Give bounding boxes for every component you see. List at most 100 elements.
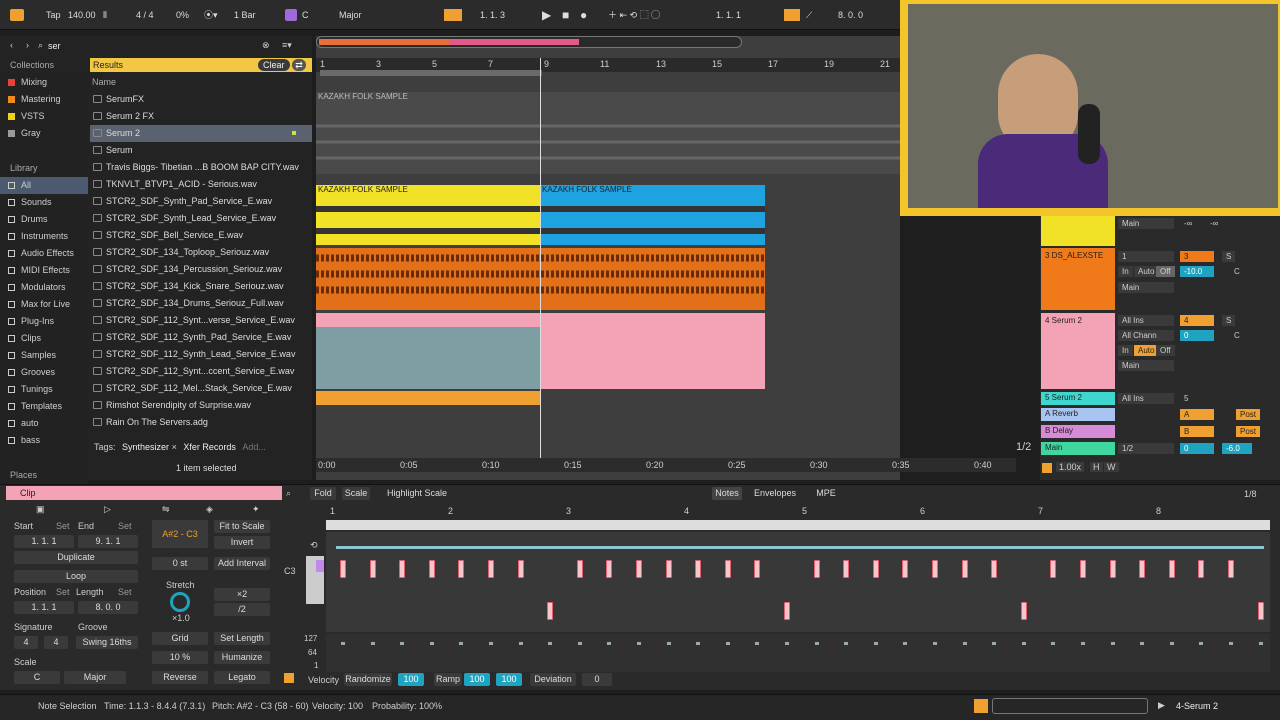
mixer-pager[interactable]: 1/2: [1016, 441, 1031, 453]
velocity-marker[interactable]: [666, 642, 671, 645]
channel-select[interactable]: All Chann: [1118, 330, 1174, 341]
search-icon[interactable]: ⌕: [286, 488, 291, 499]
metronome-icon[interactable]: ⦀: [103, 8, 107, 22]
randomize-button[interactable]: Randomize: [344, 673, 392, 686]
list-item[interactable]: STCR2_SDF_112_Mel...Stack_Service_E.wav: [90, 380, 312, 397]
list-item[interactable]: STCR2_SDF_Bell_Service_E.wav: [90, 227, 312, 244]
library-plugins[interactable]: Plug-Ins: [0, 313, 88, 330]
velocity-marker[interactable]: [1169, 642, 1174, 645]
track-number[interactable]: 4: [1180, 315, 1214, 326]
list-item[interactable]: Serum 2 FX: [90, 108, 312, 125]
start-field[interactable]: 1. 1. 1: [14, 535, 74, 548]
midi-clip-orange[interactable]: [316, 391, 540, 405]
add-interval-button[interactable]: Add Interval: [214, 557, 270, 570]
return-b[interactable]: B Delay: [1041, 425, 1115, 438]
library-clips[interactable]: Clips: [0, 330, 88, 347]
velocity-marker[interactable]: [370, 642, 375, 645]
groove-amount[interactable]: 0%: [176, 8, 189, 22]
library-max-for-live[interactable]: Max for Live: [0, 296, 88, 313]
volume-field[interactable]: -10.0: [1180, 266, 1214, 277]
fold-button[interactable]: Fold: [310, 487, 336, 500]
solo-button[interactable]: S: [1222, 251, 1236, 262]
midi-note[interactable]: [1050, 560, 1057, 578]
velocity-marker[interactable]: [607, 642, 612, 645]
h-button[interactable]: H: [1090, 462, 1103, 472]
editor-ruler[interactable]: 1 2 3 4 5 6 7 8: [326, 504, 1270, 518]
zoom-icon[interactable]: [1042, 463, 1052, 473]
velocity-marker[interactable]: [903, 642, 908, 645]
midi-note[interactable]: [754, 560, 761, 578]
midi-note[interactable]: [428, 560, 435, 578]
tempo-field[interactable]: 140.00: [68, 8, 96, 22]
list-item-selected[interactable]: Serum 2: [90, 125, 312, 142]
send-b-button[interactable]: B: [1180, 426, 1214, 437]
midi-note[interactable]: [932, 560, 938, 578]
velocity-marker[interactable]: [696, 642, 701, 645]
output-select[interactable]: Main: [1118, 282, 1174, 293]
main-pan[interactable]: 0: [1180, 443, 1214, 454]
midi-note[interactable]: [991, 560, 998, 578]
output-select[interactable]: Main: [1118, 218, 1174, 229]
grid-select[interactable]: Grid: [152, 632, 208, 645]
library-samples[interactable]: Samples: [0, 347, 88, 364]
loop-brace[interactable]: [320, 70, 542, 76]
grid-division[interactable]: 1/8: [1244, 489, 1257, 499]
library-bass[interactable]: bass: [0, 432, 88, 449]
velocity-marker[interactable]: [548, 642, 553, 645]
pan-field[interactable]: C: [1230, 266, 1244, 277]
library-grooves[interactable]: Grooves: [0, 364, 88, 381]
send-a[interactable]: -∞: [1180, 218, 1196, 229]
library-auto[interactable]: auto: [0, 415, 88, 432]
midi-note[interactable]: [1020, 602, 1027, 620]
list-item[interactable]: STCR2_SDF_134_Kick_Snare_Seriouz.wav: [90, 278, 312, 295]
list-item[interactable]: STCR2_SDF_134_Percussion_Seriouz.wav: [90, 261, 312, 278]
midi-note[interactable]: [902, 560, 909, 578]
fit-to-scale-button[interactable]: Fit to Scale: [214, 520, 270, 533]
scale-button[interactable]: Scale: [342, 487, 370, 500]
main-volume[interactable]: -6.0: [1222, 443, 1252, 454]
library-midi-effects[interactable]: MIDI Effects: [0, 262, 88, 279]
deviation-value[interactable]: 0: [582, 673, 612, 686]
add-icon[interactable]: ⇄: [292, 59, 306, 71]
envelopes-tab[interactable]: Envelopes: [752, 487, 798, 500]
semitone-field[interactable]: 0 st: [152, 557, 208, 570]
library-all[interactable]: All: [0, 177, 88, 194]
length-field[interactable]: 8. 0. 0: [78, 601, 138, 614]
reverse-button[interactable]: Reverse: [152, 671, 208, 684]
midi-note[interactable]: [872, 560, 879, 578]
velocity-lane[interactable]: [326, 634, 1270, 672]
play-icon[interactable]: ▶: [542, 8, 551, 22]
monitor-off[interactable]: Off: [1156, 266, 1175, 277]
generate-tab-icon[interactable]: ◈: [206, 504, 213, 515]
velocity-marker[interactable]: [518, 642, 523, 645]
velocity-marker[interactable]: [400, 642, 405, 645]
collection-vsts[interactable]: VSTS: [0, 108, 88, 125]
end-field[interactable]: 9. 1. 1: [78, 535, 138, 548]
end-set[interactable]: Set: [118, 521, 132, 531]
loop-start-field[interactable]: 1. 1. 1: [716, 8, 741, 22]
clear-search-icon[interactable]: ⊗: [262, 40, 270, 51]
groove-select[interactable]: Swing 16ths: [76, 636, 138, 649]
tag-chip[interactable]: Xfer Records: [183, 442, 236, 452]
velocity-marker[interactable]: [489, 642, 493, 645]
midi-note[interactable]: [1139, 560, 1146, 578]
legato-button[interactable]: Legato: [214, 671, 270, 684]
list-item[interactable]: STCR2_SDF_112_Synth_Lead_Service_E.wav: [90, 346, 312, 363]
midi-note[interactable]: [665, 560, 672, 578]
time-ruler[interactable]: 0:00 0:05 0:10 0:15 0:20 0:25 0:30 0:35 0:40: [316, 458, 1016, 472]
scale-select[interactable]: Major: [339, 8, 362, 22]
midi-note[interactable]: [961, 560, 968, 578]
main-track[interactable]: Main: [1041, 442, 1115, 455]
midi-clip-gray[interactable]: [316, 313, 540, 389]
midi-note[interactable]: [843, 560, 850, 578]
midi-note[interactable]: [547, 602, 554, 620]
input-select[interactable]: 1: [1118, 251, 1174, 262]
record-icon[interactable]: ●: [580, 8, 587, 22]
midi-note[interactable]: [458, 560, 465, 578]
tap-button[interactable]: Tap: [46, 8, 61, 22]
list-item[interactable]: STCR2_SDF_112_Synth_Pad_Service_E.wav: [90, 329, 312, 346]
warning-icon[interactable]: [974, 699, 988, 713]
filter-icon[interactable]: ≡▾: [282, 40, 292, 51]
note-grid[interactable]: [326, 532, 1270, 632]
list-item[interactable]: Travis Biggs- Tibetian ...B BOOM BAP CIT…: [90, 159, 312, 176]
